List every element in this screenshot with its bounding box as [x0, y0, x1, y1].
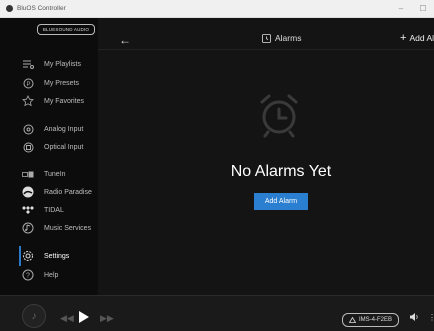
alarm-clock-icon	[260, 94, 298, 138]
sidebar-item-my-favorites[interactable]: My Favorites	[0, 93, 98, 109]
volume-icon[interactable]	[410, 313, 419, 323]
window-titlebar: BluOS Controller	[0, 0, 434, 18]
optical-input-icon	[22, 141, 34, 153]
tunein-icon	[22, 168, 34, 180]
sidebar-item-label: TuneIn	[44, 170, 66, 178]
brand-logo: BLUESOUND AUDIO	[37, 24, 95, 35]
sidebar-item-settings[interactable]: Settings	[0, 248, 98, 264]
sidebar-item-my-presets[interactable]: P My Presets	[0, 75, 98, 91]
maximize-button[interactable]: ☐	[414, 0, 432, 17]
add-alarm-header-label: Add Ala	[409, 33, 434, 43]
device-selector[interactable]: IMS-4-F2EB	[342, 313, 400, 327]
sidebar-item-label: TIDAL	[44, 206, 64, 214]
sidebar-item-label: My Favorites	[44, 97, 85, 105]
back-button[interactable]: ←	[119, 33, 131, 47]
window-title: BluOS Controller	[17, 5, 66, 12]
sidebar-item-label: Analog Input	[44, 125, 84, 133]
analog-input-icon	[22, 123, 34, 135]
playlist-icon	[22, 58, 34, 70]
sidebar-item-my-playlists[interactable]: My Playlists	[0, 56, 98, 72]
tidal-icon	[22, 204, 34, 216]
help-icon: ?	[22, 269, 34, 281]
radio-paradise-icon	[22, 186, 34, 198]
page-title: Alarms	[262, 33, 301, 43]
sidebar-item-label: Music Services	[44, 224, 92, 232]
gear-icon	[22, 250, 34, 262]
svg-text:?: ?	[26, 272, 30, 279]
device-name: IMS-4-F2EB	[359, 317, 393, 323]
minimize-button[interactable]: –	[392, 0, 410, 17]
star-icon	[22, 95, 34, 107]
play-button[interactable]	[79, 311, 89, 323]
sidebar-item-label: My Presets	[44, 79, 80, 87]
preset-icon: P	[22, 77, 34, 89]
sidebar-item-tunein[interactable]: TuneIn	[0, 166, 98, 182]
album-art-placeholder[interactable]: ♪	[22, 304, 46, 328]
empty-state-message: No Alarms Yet	[230, 163, 332, 180]
sidebar-item-tidal[interactable]: TIDAL	[0, 202, 98, 218]
add-alarm-button[interactable]: Add Alarm	[254, 193, 308, 210]
speaker-cone-icon	[349, 317, 356, 323]
more-options-icon[interactable]: ⋮	[428, 313, 434, 322]
header-divider	[98, 49, 434, 50]
plus-icon: +	[400, 32, 407, 44]
music-note-icon: ♪	[31, 310, 37, 322]
sidebar-item-optical-input[interactable]: Optical Input	[0, 139, 98, 155]
next-button[interactable]: ▶▶	[100, 313, 114, 324]
sidebar-item-radio-paradise[interactable]: Radio Paradise	[0, 184, 98, 200]
app-icon	[6, 5, 13, 12]
svg-text:P: P	[26, 81, 30, 87]
previous-button[interactable]: ◀◀	[60, 313, 74, 324]
sidebar-item-help[interactable]: ? Help	[0, 267, 98, 283]
page-title-text: Alarms	[275, 33, 302, 43]
sidebar-item-analog-input[interactable]: Analog Input	[0, 121, 98, 137]
sidebar-item-label: Settings	[44, 252, 70, 260]
sidebar-item-label: Help	[44, 271, 59, 279]
sidebar-item-label: Radio Paradise	[44, 188, 92, 196]
sidebar-item-label: My Playlists	[44, 60, 81, 68]
main-panel	[98, 18, 434, 295]
alarm-clock-icon	[262, 33, 271, 43]
add-alarm-header-button[interactable]: + Add Ala	[400, 32, 434, 44]
music-services-icon	[22, 222, 34, 234]
sidebar-item-music-services[interactable]: Music Services	[0, 220, 98, 236]
sidebar-item-label: Optical Input	[44, 143, 84, 151]
